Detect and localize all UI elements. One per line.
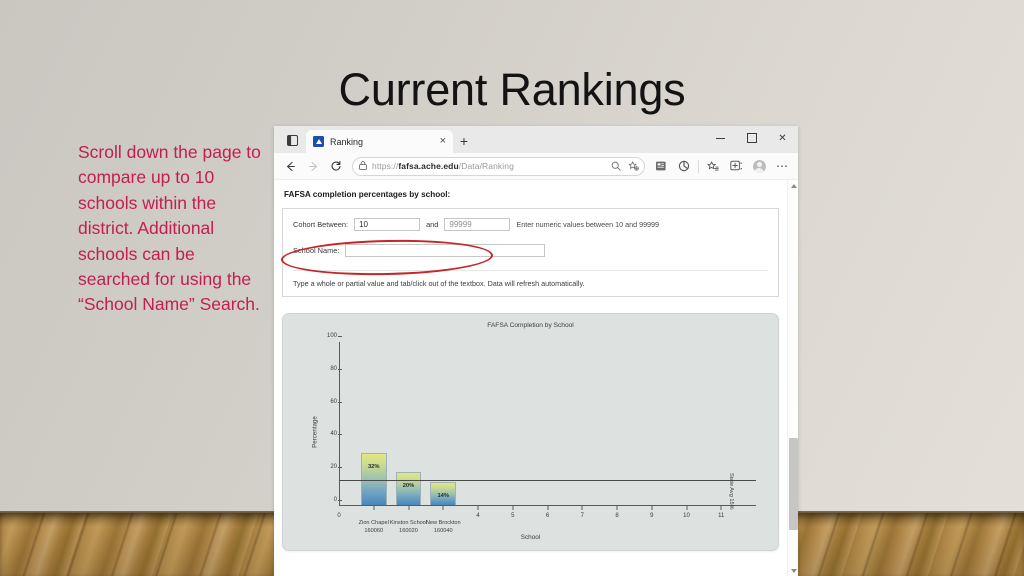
chart-x-tick: 10 — [683, 513, 690, 519]
url-text: https://fafsa.ache.edu/Data/Ranking — [372, 161, 514, 171]
chart-bar-value-label: 14% — [437, 493, 450, 500]
window-controls: ✕ — [705, 126, 798, 150]
chart-bar-value-label: 32% — [367, 463, 380, 470]
chart-x-tickmark — [581, 506, 583, 510]
chart-y-tick: 60 — [317, 399, 342, 405]
close-tab-icon[interactable]: × — [438, 136, 448, 147]
back-icon[interactable] — [279, 155, 301, 177]
category-code: 160040 — [433, 528, 453, 534]
chart-bar-value-label: 20% — [402, 483, 415, 490]
slide-canvas: Current Rankings Scroll down the page to… — [0, 0, 1024, 576]
chart-reference-line — [339, 480, 756, 482]
browser-tab-ranking[interactable]: Ranking × — [306, 130, 453, 153]
refresh-icon[interactable] — [325, 155, 347, 177]
scroll-up-icon[interactable] — [788, 180, 798, 191]
and-label: and — [426, 220, 439, 229]
address-bar[interactable]: https://fafsa.ache.edu/Data/Ranking — [352, 156, 645, 176]
filter-panel: Cohort Between: 10 and 99999 Enter numer… — [280, 208, 779, 297]
close-window-icon[interactable]: ✕ — [767, 126, 798, 150]
scrollbar-thumb[interactable] — [789, 438, 798, 530]
chart-x-tickmark — [547, 506, 548, 510]
chart-x-tickmark — [408, 506, 409, 510]
school-name-input[interactable] — [345, 244, 546, 257]
page-viewport: FAFSA completion percentages by school: … — [274, 180, 798, 576]
chart-x-tick: 5 — [511, 513, 515, 519]
maximize-window-icon[interactable] — [736, 126, 767, 150]
chart-y-tick: 0 — [317, 497, 342, 503]
school-name-label: School Name: — [293, 246, 340, 255]
chart-x-tickmark — [651, 506, 653, 510]
category-name: New Brockton — [425, 520, 461, 526]
chart-x-tick: 0 — [337, 513, 341, 519]
profile-avatar[interactable] — [748, 155, 770, 177]
browser-window: Ranking × + ✕ https://fafsa.ache.edu/Dat… — [274, 126, 798, 576]
new-tab-icon[interactable]: + — [453, 130, 475, 152]
forward-icon[interactable] — [302, 155, 324, 177]
settings-and-more-icon[interactable]: ⋯ — [771, 155, 793, 177]
chart-card: FAFSA Completion by School Percentage Sc… — [282, 313, 779, 551]
toolbar-divider — [698, 159, 699, 173]
chart-y-tick: 80 — [317, 366, 342, 372]
browser-tab-strip: Ranking × + ✕ — [274, 126, 798, 153]
browser-toolbar: https://fafsa.ache.edu/Data/Ranking ⋯ — [274, 153, 798, 180]
chart-x-tickmark — [616, 506, 618, 510]
chart-y-tick: 20 — [317, 464, 342, 470]
chart-x-tickmark — [442, 506, 444, 510]
chart-x-tick: 8 — [615, 513, 619, 519]
split-screen-icon[interactable] — [673, 155, 695, 177]
lock-icon — [359, 157, 367, 175]
filter-footnote: Type a whole or partial value and tab/cl… — [293, 270, 768, 288]
cohort-label: Cohort Between: — [293, 220, 349, 229]
add-favorite-icon[interactable] — [627, 161, 640, 171]
browser-essentials-icon[interactable] — [725, 155, 747, 177]
tab-label: Ranking — [330, 136, 364, 147]
page-heading: FAFSA completion percentages by school: — [284, 190, 451, 199]
cohort-hint-text: Enter numeric values between 10 and 9999… — [516, 220, 660, 229]
site-favicon-icon — [313, 136, 324, 147]
chart-x-tickmark — [512, 506, 514, 510]
page-scrollbar[interactable] — [787, 180, 798, 576]
cohort-filter-row: Cohort Between: 10 and 99999 Enter numer… — [293, 218, 768, 231]
school-name-filter-row: School Name: — [293, 244, 768, 257]
chart-bar — [360, 452, 387, 505]
page-title: Current Rankings — [338, 64, 686, 115]
chart-x-tick: 6 — [545, 513, 550, 519]
chart-x-category-label: New Brockton 160040 — [414, 519, 472, 535]
chart-x-tick: 4 — [476, 513, 480, 519]
chart-y-tick: 40 — [317, 431, 342, 437]
chart-x-tick: 11 — [718, 513, 725, 519]
chart-x-axis-label: School — [520, 534, 541, 541]
chart-x-tickmark — [373, 506, 375, 510]
chart-plot-area: 0 20 40 60 80 100 0 4 5 6 7 8 9 10 11 32% Zion Chapel 160… — [327, 333, 756, 534]
cohort-max-input[interactable]: 99999 — [444, 218, 511, 231]
search-in-page-icon[interactable] — [609, 161, 622, 171]
cohort-min-input[interactable]: 10 — [354, 218, 421, 231]
scroll-down-icon[interactable] — [788, 565, 798, 576]
minimize-window-icon[interactable] — [705, 126, 736, 150]
collections-icon[interactable] — [650, 155, 672, 177]
chart-title: FAFSA Completion by School — [487, 322, 574, 329]
chart-x-tickmark — [477, 506, 479, 510]
chart-y-tick: 100 — [317, 333, 342, 339]
chart-reference-line-label: State Avg 15% — [728, 473, 735, 511]
slide-body-text: Scroll down the page to compare up to 10… — [78, 142, 261, 315]
chart-x-tick: 9 — [650, 513, 654, 519]
chart-x-tick: 7 — [580, 513, 584, 519]
chart-x-tickmark — [686, 506, 687, 510]
tab-actions-icon[interactable] — [280, 129, 304, 151]
page-content: FAFSA completion percentages by school: … — [274, 180, 787, 576]
favorites-icon[interactable] — [702, 155, 724, 177]
avatar-icon — [752, 159, 766, 173]
chart-x-tickmark — [720, 506, 722, 510]
